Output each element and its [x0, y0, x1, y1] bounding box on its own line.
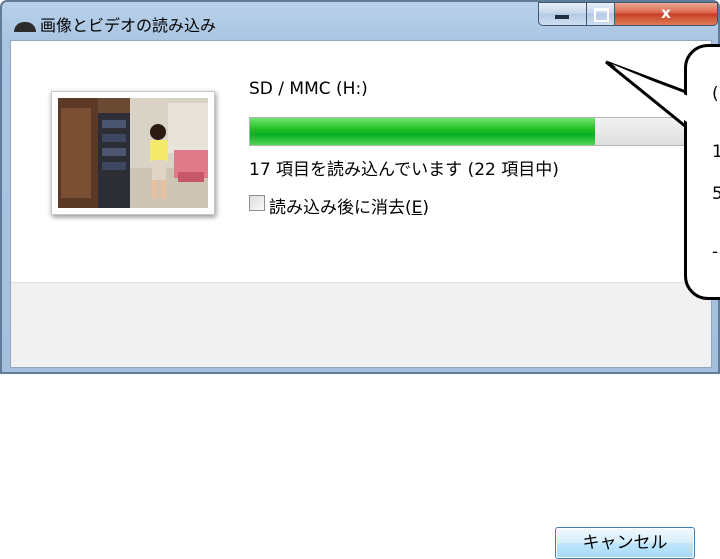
maximize-button[interactable] — [586, 2, 615, 26]
dialog-body: SD / MMC (H:) 17 項目を読み込んでいます (22 項目中) 読み… — [10, 40, 720, 559]
close-icon: x — [661, 4, 671, 22]
callout-text-1: ( — [712, 84, 719, 104]
callout-text-2: 1 — [712, 142, 720, 162]
photo-thumbnail — [51, 91, 215, 215]
cancel-button[interactable]: キャンセル — [555, 527, 695, 559]
import-window: 画像とビデオの読み込み x SD / MMC (H:) 17 項目を読み込んでい… — [0, 0, 720, 559]
callout-text-3: 5 — [712, 184, 720, 204]
erase-after-import-label[interactable]: 読み込み後に消去(E) — [269, 193, 429, 218]
button-footer: キャンセル — [11, 282, 711, 559]
callout-text-4: - — [712, 242, 719, 262]
erase-after-import-checkbox[interactable] — [249, 195, 265, 211]
import-app-icon — [14, 22, 36, 32]
progress-fill — [250, 118, 595, 145]
window-title: 画像とビデオの読み込み — [40, 16, 217, 35]
erase-label-text: 読み込み後に消去( — [269, 198, 412, 218]
erase-label-end: ) — [422, 198, 430, 218]
caption-buttons: x — [538, 2, 718, 26]
erase-label-accelerator: E — [411, 198, 423, 218]
import-status-text: 17 項目を読み込んでいます (22 項目中) — [249, 160, 559, 180]
minimize-button[interactable] — [538, 2, 587, 26]
import-progress-bar — [249, 117, 720, 146]
thumbnail-image — [58, 98, 208, 208]
maximize-icon — [594, 8, 609, 22]
minimize-icon — [555, 15, 569, 19]
title-bar[interactable]: 画像とビデオの読み込み x — [2, 2, 718, 40]
close-button[interactable]: x — [614, 2, 718, 26]
device-label: SD / MMC (H:) — [249, 79, 368, 99]
